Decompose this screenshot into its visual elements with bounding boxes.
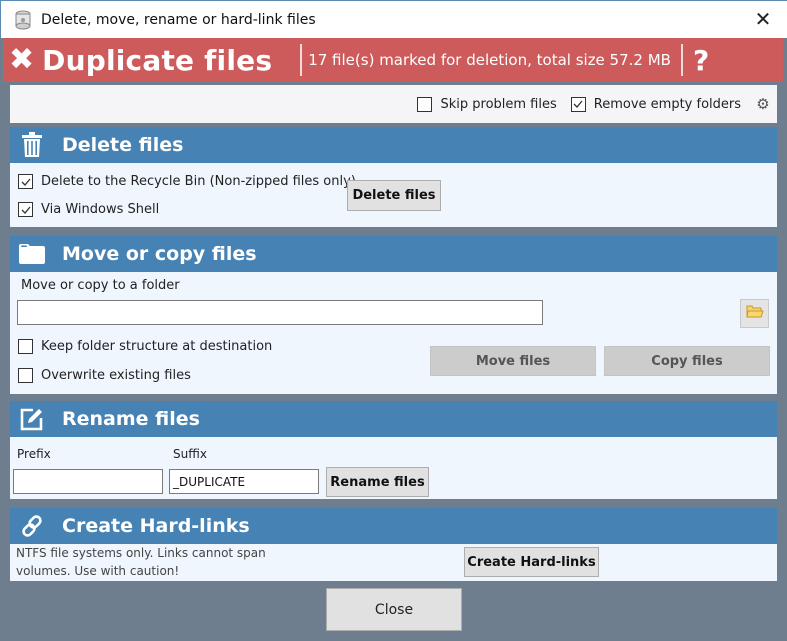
- checkbox-box[interactable]: [18, 339, 33, 354]
- move-copy-section-title: Move or copy files: [62, 243, 257, 265]
- move-copy-section: Move or copy files Move or copy to a fol…: [10, 236, 777, 394]
- prefix-input[interactable]: [13, 469, 163, 494]
- x-mark-icon: ✖: [9, 42, 35, 77]
- hardlink-note-line2: volumes. Use with caution!: [16, 564, 180, 578]
- delete-section: Delete files Delete to the Recycle Bin (…: [10, 127, 777, 227]
- title-bar: Delete, move, rename or hard-link files …: [0, 0, 787, 38]
- keep-folder-structure-checkbox[interactable]: Keep folder structure at destination: [18, 339, 272, 354]
- banner-title: Duplicate files: [42, 43, 273, 77]
- delete-section-title: Delete files: [62, 134, 184, 156]
- move-copy-section-header: Move or copy files: [10, 236, 777, 272]
- rename-section: Rename files Prefix Suffix _DUPLICATE Re…: [10, 401, 777, 499]
- close-button[interactable]: Close: [326, 588, 462, 631]
- banner-message: 17 file(s) marked for deletion, total si…: [308, 51, 671, 69]
- banner-divider: [300, 44, 303, 76]
- hardlink-section: Create Hard-links NTFS file systems only…: [10, 508, 777, 581]
- overwrite-existing-checkbox[interactable]: Overwrite existing files: [18, 368, 191, 383]
- windows-shell-label: Via Windows Shell: [41, 202, 160, 217]
- suffix-input[interactable]: _DUPLICATE: [169, 469, 319, 494]
- move-copy-section-body: Move or copy to a folder Keep folder str…: [10, 272, 777, 394]
- checkbox-box[interactable]: [18, 174, 33, 189]
- options-bar: Skip problem files Remove empty folders …: [10, 85, 777, 123]
- close-icon[interactable]: ✕: [753, 9, 773, 29]
- overwrite-existing-label: Overwrite existing files: [41, 368, 191, 383]
- recycle-bin-label: Delete to the Recycle Bin (Non-zipped fi…: [41, 174, 356, 189]
- app-icon: [13, 10, 33, 30]
- delete-files-button[interactable]: Delete files: [347, 180, 441, 211]
- remove-empty-folders-checkbox[interactable]: Remove empty folders: [570, 96, 741, 112]
- checkbox-box[interactable]: [18, 202, 33, 217]
- rename-section-body: Prefix Suffix _DUPLICATE Rename files: [10, 437, 777, 499]
- create-hardlinks-button[interactable]: Create Hard-links: [464, 547, 599, 577]
- destination-folder-input[interactable]: [17, 300, 543, 325]
- windows-shell-checkbox[interactable]: Via Windows Shell: [18, 202, 159, 217]
- checkbox-box[interactable]: [417, 96, 433, 112]
- prefix-label: Prefix: [17, 447, 51, 461]
- suffix-label: Suffix: [173, 447, 207, 461]
- trash-icon: [18, 131, 46, 159]
- open-folder-icon: [745, 304, 764, 323]
- browse-folder-button[interactable]: [740, 299, 769, 328]
- checkbox-box[interactable]: [570, 96, 586, 112]
- rename-section-title: Rename files: [62, 408, 200, 430]
- skip-problem-files-checkbox[interactable]: Skip problem files: [417, 96, 557, 112]
- status-banner: ✖ Duplicate files 17 file(s) marked for …: [3, 38, 783, 82]
- delete-section-header: Delete files: [10, 127, 777, 163]
- remove-empty-folders-label: Remove empty folders: [593, 96, 741, 112]
- move-files-button[interactable]: Move files: [430, 346, 596, 376]
- edit-icon: [18, 405, 46, 433]
- rename-section-header: Rename files: [10, 401, 777, 437]
- delete-section-body: Delete to the Recycle Bin (Non-zipped fi…: [10, 163, 777, 227]
- folder-label: Move or copy to a folder: [21, 278, 180, 293]
- link-icon: [18, 512, 46, 540]
- hardlink-section-header: Create Hard-links: [10, 508, 777, 544]
- recycle-bin-checkbox[interactable]: Delete to the Recycle Bin (Non-zipped fi…: [18, 174, 356, 189]
- copy-files-button[interactable]: Copy files: [604, 346, 770, 376]
- hardlink-section-body: NTFS file systems only. Links cannot spa…: [10, 544, 777, 581]
- gear-icon[interactable]: ⚙: [755, 96, 771, 112]
- skip-problem-files-label: Skip problem files: [440, 96, 557, 112]
- checkbox-box[interactable]: [18, 368, 33, 383]
- keep-folder-structure-label: Keep folder structure at destination: [41, 339, 273, 354]
- rename-files-button[interactable]: Rename files: [326, 467, 429, 497]
- banner-divider: [680, 44, 683, 76]
- hardlink-note-line1: NTFS file systems only. Links cannot spa…: [16, 546, 266, 560]
- hardlink-section-title: Create Hard-links: [62, 515, 250, 537]
- help-button[interactable]: ?: [693, 44, 709, 77]
- window-title: Delete, move, rename or hard-link files: [41, 11, 316, 28]
- folder-icon: [18, 240, 46, 268]
